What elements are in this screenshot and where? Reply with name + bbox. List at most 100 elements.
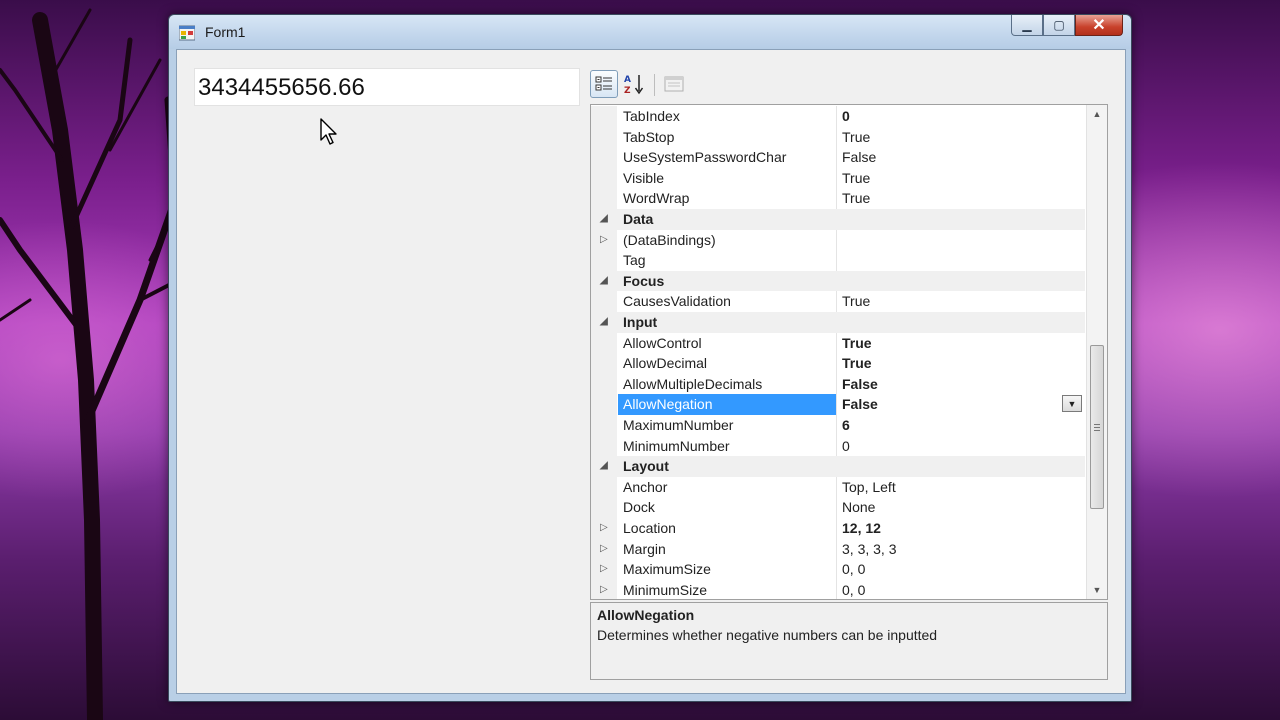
form-client-area: 3434455656.66 A Z TabIndex 0 TabStop Tru… bbox=[176, 49, 1126, 694]
category-row[interactable]: ◢ Layout bbox=[591, 456, 1085, 477]
property-row[interactable]: WordWrap True bbox=[591, 188, 1085, 209]
property-value[interactable]: True bbox=[842, 335, 872, 351]
property-value[interactable]: None bbox=[842, 499, 875, 515]
caption-buttons: ▁ ▢ ✕ bbox=[1011, 15, 1123, 37]
property-value[interactable]: False bbox=[842, 149, 876, 165]
property-row[interactable]: AllowNegation False ▼ bbox=[591, 394, 1085, 415]
close-icon: ✕ bbox=[1092, 17, 1106, 34]
property-value[interactable]: 6 bbox=[842, 417, 850, 433]
property-row[interactable]: ▷ MinimumSize 0, 0 bbox=[591, 579, 1085, 599]
property-name: AllowMultipleDecimals bbox=[623, 375, 763, 392]
row-margin bbox=[591, 476, 617, 498]
column-divider bbox=[836, 188, 837, 209]
property-value[interactable]: True bbox=[842, 293, 870, 309]
expand-triangle-icon[interactable]: ▷ bbox=[600, 522, 608, 533]
property-row[interactable]: ▷ Location 12, 12 bbox=[591, 518, 1085, 539]
property-name: Anchor bbox=[623, 478, 668, 495]
property-row[interactable]: UseSystemPasswordChar False bbox=[591, 147, 1085, 168]
row-margin bbox=[591, 291, 617, 312]
column-divider bbox=[836, 106, 837, 127]
alphabetical-button[interactable]: A Z bbox=[620, 70, 648, 98]
scroll-up-icon: ▲ bbox=[1092, 109, 1102, 119]
property-name: UseSystemPasswordChar bbox=[623, 149, 787, 166]
property-name: MinimumNumber bbox=[623, 437, 730, 454]
scroll-up-button[interactable]: ▲ bbox=[1087, 105, 1107, 123]
expand-triangle-icon[interactable]: ▷ bbox=[600, 543, 608, 554]
collapse-triangle-icon[interactable]: ◢ bbox=[600, 275, 608, 286]
property-name: MaximumSize bbox=[623, 561, 711, 578]
property-grid: A Z TabIndex 0 TabStop True UseSystemPas… bbox=[590, 68, 1108, 692]
property-row[interactable]: AllowControl True bbox=[591, 332, 1085, 354]
column-divider bbox=[836, 147, 837, 168]
minimize-button[interactable]: ▁ bbox=[1011, 15, 1043, 36]
expand-triangle-icon[interactable]: ▷ bbox=[600, 584, 608, 595]
help-description: Determines whether negative numbers can … bbox=[597, 627, 938, 643]
property-row[interactable]: AllowDecimal True bbox=[591, 353, 1085, 374]
maximize-button[interactable]: ▢ bbox=[1043, 15, 1075, 36]
property-value[interactable]: True bbox=[842, 190, 870, 206]
property-row[interactable]: Dock None bbox=[591, 497, 1085, 518]
property-row[interactable]: MinimumNumber 0 bbox=[591, 435, 1085, 457]
collapse-triangle-icon[interactable]: ◢ bbox=[600, 316, 608, 327]
property-value[interactable]: True bbox=[842, 355, 872, 371]
collapse-triangle-icon[interactable]: ◢ bbox=[600, 460, 608, 471]
property-name: TabStop bbox=[623, 128, 675, 145]
expand-triangle-icon[interactable]: ▷ bbox=[600, 563, 608, 574]
alphabetical-icon: A Z bbox=[624, 75, 644, 95]
value-dropdown-button[interactable]: ▼ bbox=[1062, 395, 1082, 413]
collapse-triangle-icon[interactable]: ◢ bbox=[600, 213, 608, 224]
maximize-icon: ▢ bbox=[1053, 18, 1065, 32]
property-row[interactable]: Visible True bbox=[591, 167, 1085, 189]
property-value[interactable]: Top, Left bbox=[842, 479, 896, 495]
property-value[interactable]: 3, 3, 3, 3 bbox=[842, 541, 896, 557]
property-grid-view: TabIndex 0 TabStop True UseSystemPasswordCha… bbox=[590, 104, 1108, 600]
property-value[interactable]: 0 bbox=[842, 438, 850, 454]
property-value[interactable]: False bbox=[842, 376, 878, 392]
property-row[interactable]: CausesValidation True bbox=[591, 291, 1085, 312]
property-value[interactable]: True bbox=[842, 170, 870, 186]
property-name: CausesValidation bbox=[623, 293, 731, 310]
property-name: MaximumNumber bbox=[623, 417, 734, 433]
property-value[interactable]: 0, 0 bbox=[842, 582, 865, 598]
property-row[interactable]: AllowMultipleDecimals False bbox=[591, 373, 1085, 395]
property-row[interactable]: TabStop True bbox=[591, 126, 1085, 148]
title-bar[interactable]: Form1 ▁ ▢ ✕ bbox=[169, 15, 1131, 49]
property-row[interactable]: Tag bbox=[591, 250, 1085, 271]
property-row[interactable]: Anchor Top, Left bbox=[591, 476, 1085, 498]
property-value[interactable]: True bbox=[842, 129, 870, 145]
category-label: Focus bbox=[623, 272, 665, 289]
property-name: Tag bbox=[623, 252, 646, 269]
property-value[interactable]: 0, 0 bbox=[842, 561, 865, 577]
category-row[interactable]: ◢ Input bbox=[591, 312, 1085, 333]
column-divider bbox=[836, 167, 837, 189]
property-value[interactable]: 12, 12 bbox=[842, 520, 881, 536]
property-name: Dock bbox=[623, 499, 655, 516]
expand-triangle-icon[interactable]: ▷ bbox=[600, 234, 608, 245]
close-button[interactable]: ✕ bbox=[1075, 15, 1123, 36]
property-name: AllowControl bbox=[623, 334, 702, 351]
property-row[interactable]: TabIndex 0 bbox=[591, 106, 1085, 127]
grip-icon bbox=[1094, 424, 1100, 425]
property-row[interactable]: MaximumNumber 6 bbox=[591, 415, 1085, 436]
column-divider bbox=[836, 291, 837, 312]
category-row[interactable]: ◢ Data bbox=[591, 209, 1085, 230]
category-row[interactable]: ◢ Focus bbox=[591, 270, 1085, 292]
categorized-button[interactable] bbox=[590, 70, 618, 98]
property-value[interactable]: False bbox=[842, 396, 878, 412]
toolbar-separator bbox=[654, 74, 655, 96]
scroll-thumb[interactable] bbox=[1090, 345, 1104, 509]
vertical-scrollbar[interactable]: ▲ ▼ bbox=[1086, 105, 1107, 599]
property-row[interactable]: ▷ Margin 3, 3, 3, 3 bbox=[591, 538, 1085, 560]
scroll-down-button[interactable]: ▼ bbox=[1087, 581, 1107, 599]
numeric-textbox[interactable]: 3434455656.66 bbox=[194, 68, 580, 106]
column-divider bbox=[836, 415, 837, 436]
property-row[interactable]: ▷ MaximumSize 0, 0 bbox=[591, 559, 1085, 580]
property-value[interactable]: 0 bbox=[842, 108, 850, 124]
property-row[interactable]: ▷ (DataBindings) bbox=[591, 229, 1085, 251]
property-pages-button[interactable] bbox=[660, 70, 688, 98]
column-divider bbox=[836, 518, 837, 539]
property-name: AllowDecimal bbox=[623, 355, 708, 372]
column-divider bbox=[836, 559, 837, 580]
row-margin bbox=[591, 126, 617, 148]
column-divider bbox=[836, 579, 837, 599]
